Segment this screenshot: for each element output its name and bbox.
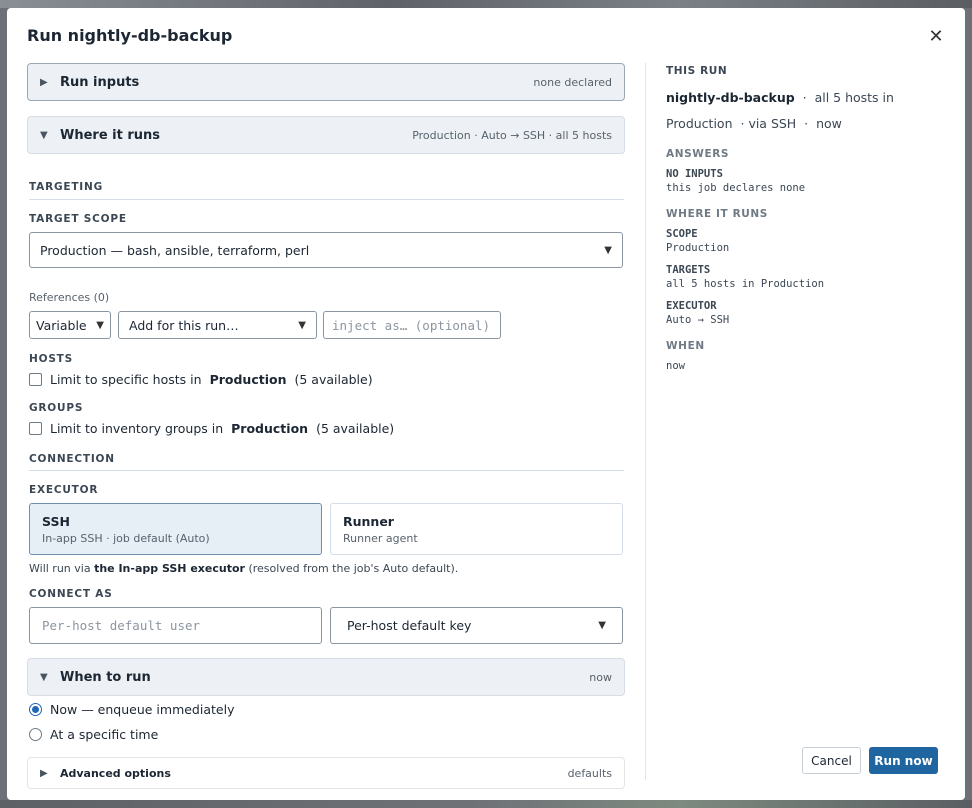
radio-button[interactable] — [29, 728, 42, 741]
targeting-heading: TARGETING — [29, 181, 104, 193]
run-summary-text: nightly-db-backup · all 5 hosts in Produ… — [666, 90, 894, 131]
caret-down-icon: ▼ — [40, 671, 48, 683]
checkbox[interactable] — [29, 422, 42, 435]
caret-right-icon: ▶ — [40, 76, 48, 88]
scope-key: SCOPE — [666, 228, 698, 240]
reference-add-value: Add for this run… — [129, 317, 239, 333]
target-scope-label: TARGET SCOPE — [29, 213, 127, 225]
reference-add-select[interactable]: Add for this run… ▼ — [118, 311, 317, 339]
section-title: Where it runs — [60, 127, 161, 143]
executor-subtitle: In-app SSH · job default (Auto) — [42, 532, 210, 545]
executor-card-runner[interactable]: Runner Runner agent — [330, 503, 623, 555]
section-title: Run inputs — [60, 74, 140, 90]
cancel-button[interactable]: Cancel — [802, 747, 861, 774]
chevron-down-icon: ▼ — [604, 244, 612, 256]
chevron-down-icon: ▼ — [598, 620, 606, 631]
reference-type-value: Variable — [36, 317, 87, 333]
modal-title: Run nightly-db-backup — [27, 26, 233, 45]
executor-card-ssh[interactable]: SSH In-app SSH · job default (Auto) — [29, 503, 322, 555]
hosts-label: HOSTS — [29, 353, 74, 365]
references-label: References (0) — [29, 291, 110, 304]
section-meta: defaults — [567, 766, 612, 780]
available-count: (5 available) — [316, 421, 395, 436]
radio-label: Now — enqueue immediately — [50, 702, 235, 717]
environment-name: Production — [209, 372, 287, 387]
when-value: now — [666, 360, 685, 372]
run-job-modal: Run nightly-db-backup ✕ ▶ Run inputs non… — [7, 8, 965, 800]
chevron-down-icon: ▼ — [298, 319, 306, 331]
section-meta: now — [589, 670, 612, 684]
targets-value: all 5 hosts in Production — [666, 278, 825, 290]
run-now-button[interactable]: Run now — [869, 747, 938, 774]
limit-hosts-checkbox[interactable]: Limit to specific hosts in Production (5… — [29, 372, 373, 387]
connection-heading: CONNECTION — [29, 453, 115, 465]
executor-label: EXECUTOR — [29, 484, 99, 496]
summary-when: now — [816, 116, 842, 131]
section-meta: none declared — [533, 75, 612, 89]
targets-key: TARGETS — [666, 264, 711, 276]
section-meta: Production · Auto → SSH · all 5 hosts — [412, 128, 612, 142]
scope-value: Production — [666, 242, 730, 254]
no-inputs-key: NO INPUTS — [666, 168, 723, 180]
connect-key-select[interactable]: Per-host default key ▼ — [330, 607, 623, 644]
section-where-it-runs[interactable]: ▼ Where it runs Production · Auto → SSH … — [27, 116, 625, 154]
executor-title: Runner — [343, 514, 394, 529]
job-name: nightly-db-backup — [666, 90, 795, 105]
executor-subtitle: Runner agent — [343, 532, 418, 545]
radio-now[interactable]: Now — enqueue immediately — [29, 702, 234, 717]
environment-name: Production — [231, 421, 309, 436]
connect-key-value: Per-host default key — [347, 618, 472, 633]
close-icon[interactable]: ✕ — [927, 28, 945, 46]
summary-via: via SSH — [748, 116, 797, 131]
section-run-inputs[interactable]: ▶ Run inputs none declared — [27, 63, 625, 101]
backdrop — [0, 0, 972, 8]
vertical-divider — [645, 63, 646, 780]
divider — [29, 470, 624, 471]
caret-down-icon: ▼ — [40, 129, 48, 141]
no-inputs-value: this job declares none — [666, 182, 806, 194]
available-count: (5 available) — [294, 372, 373, 387]
section-when-to-run[interactable]: ▼ When to run now — [27, 658, 625, 696]
target-scope-select[interactable]: Production — bash, ansible, terraform, p… — [29, 232, 623, 268]
connect-as-label: CONNECT AS — [29, 588, 113, 600]
checkbox-label: Limit to inventory groups in — [50, 421, 224, 436]
radio-button[interactable] — [29, 703, 42, 716]
checkbox[interactable] — [29, 373, 42, 386]
chevron-down-icon: ▼ — [96, 319, 104, 331]
connect-user-input[interactable]: Per-host default user — [29, 607, 322, 644]
answers-heading: ANSWERS — [666, 148, 730, 160]
limit-groups-checkbox[interactable]: Limit to inventory groups in Production … — [29, 421, 394, 436]
backdrop-bottom — [0, 800, 972, 808]
divider — [29, 199, 624, 200]
radio-label: At a specific time — [50, 727, 159, 742]
section-advanced-options[interactable]: ▶ Advanced options defaults — [27, 757, 625, 789]
section-title: When to run — [60, 669, 151, 685]
caret-right-icon: ▶ — [40, 767, 48, 779]
inject-as-input[interactable]: inject as… (optional) — [323, 311, 501, 339]
section-title: Advanced options — [60, 766, 171, 780]
executor-note: Will run via the In-app SSH executor (re… — [29, 562, 459, 575]
when-heading: WHEN — [666, 340, 705, 352]
radio-specific-time[interactable]: At a specific time — [29, 727, 158, 742]
where-it-runs-heading: WHERE IT RUNS — [666, 208, 768, 220]
reference-type-select[interactable]: Variable ▼ — [29, 311, 111, 339]
executor-title: SSH — [42, 514, 70, 529]
this-run-heading: THIS RUN — [666, 65, 728, 77]
executor-value: Auto → SSH — [666, 314, 730, 326]
target-scope-value: Production — bash, ansible, terraform, p… — [40, 242, 310, 258]
checkbox-label: Limit to specific hosts in — [50, 372, 202, 387]
groups-label: GROUPS — [29, 402, 84, 414]
executor-key: EXECUTOR — [666, 300, 717, 312]
